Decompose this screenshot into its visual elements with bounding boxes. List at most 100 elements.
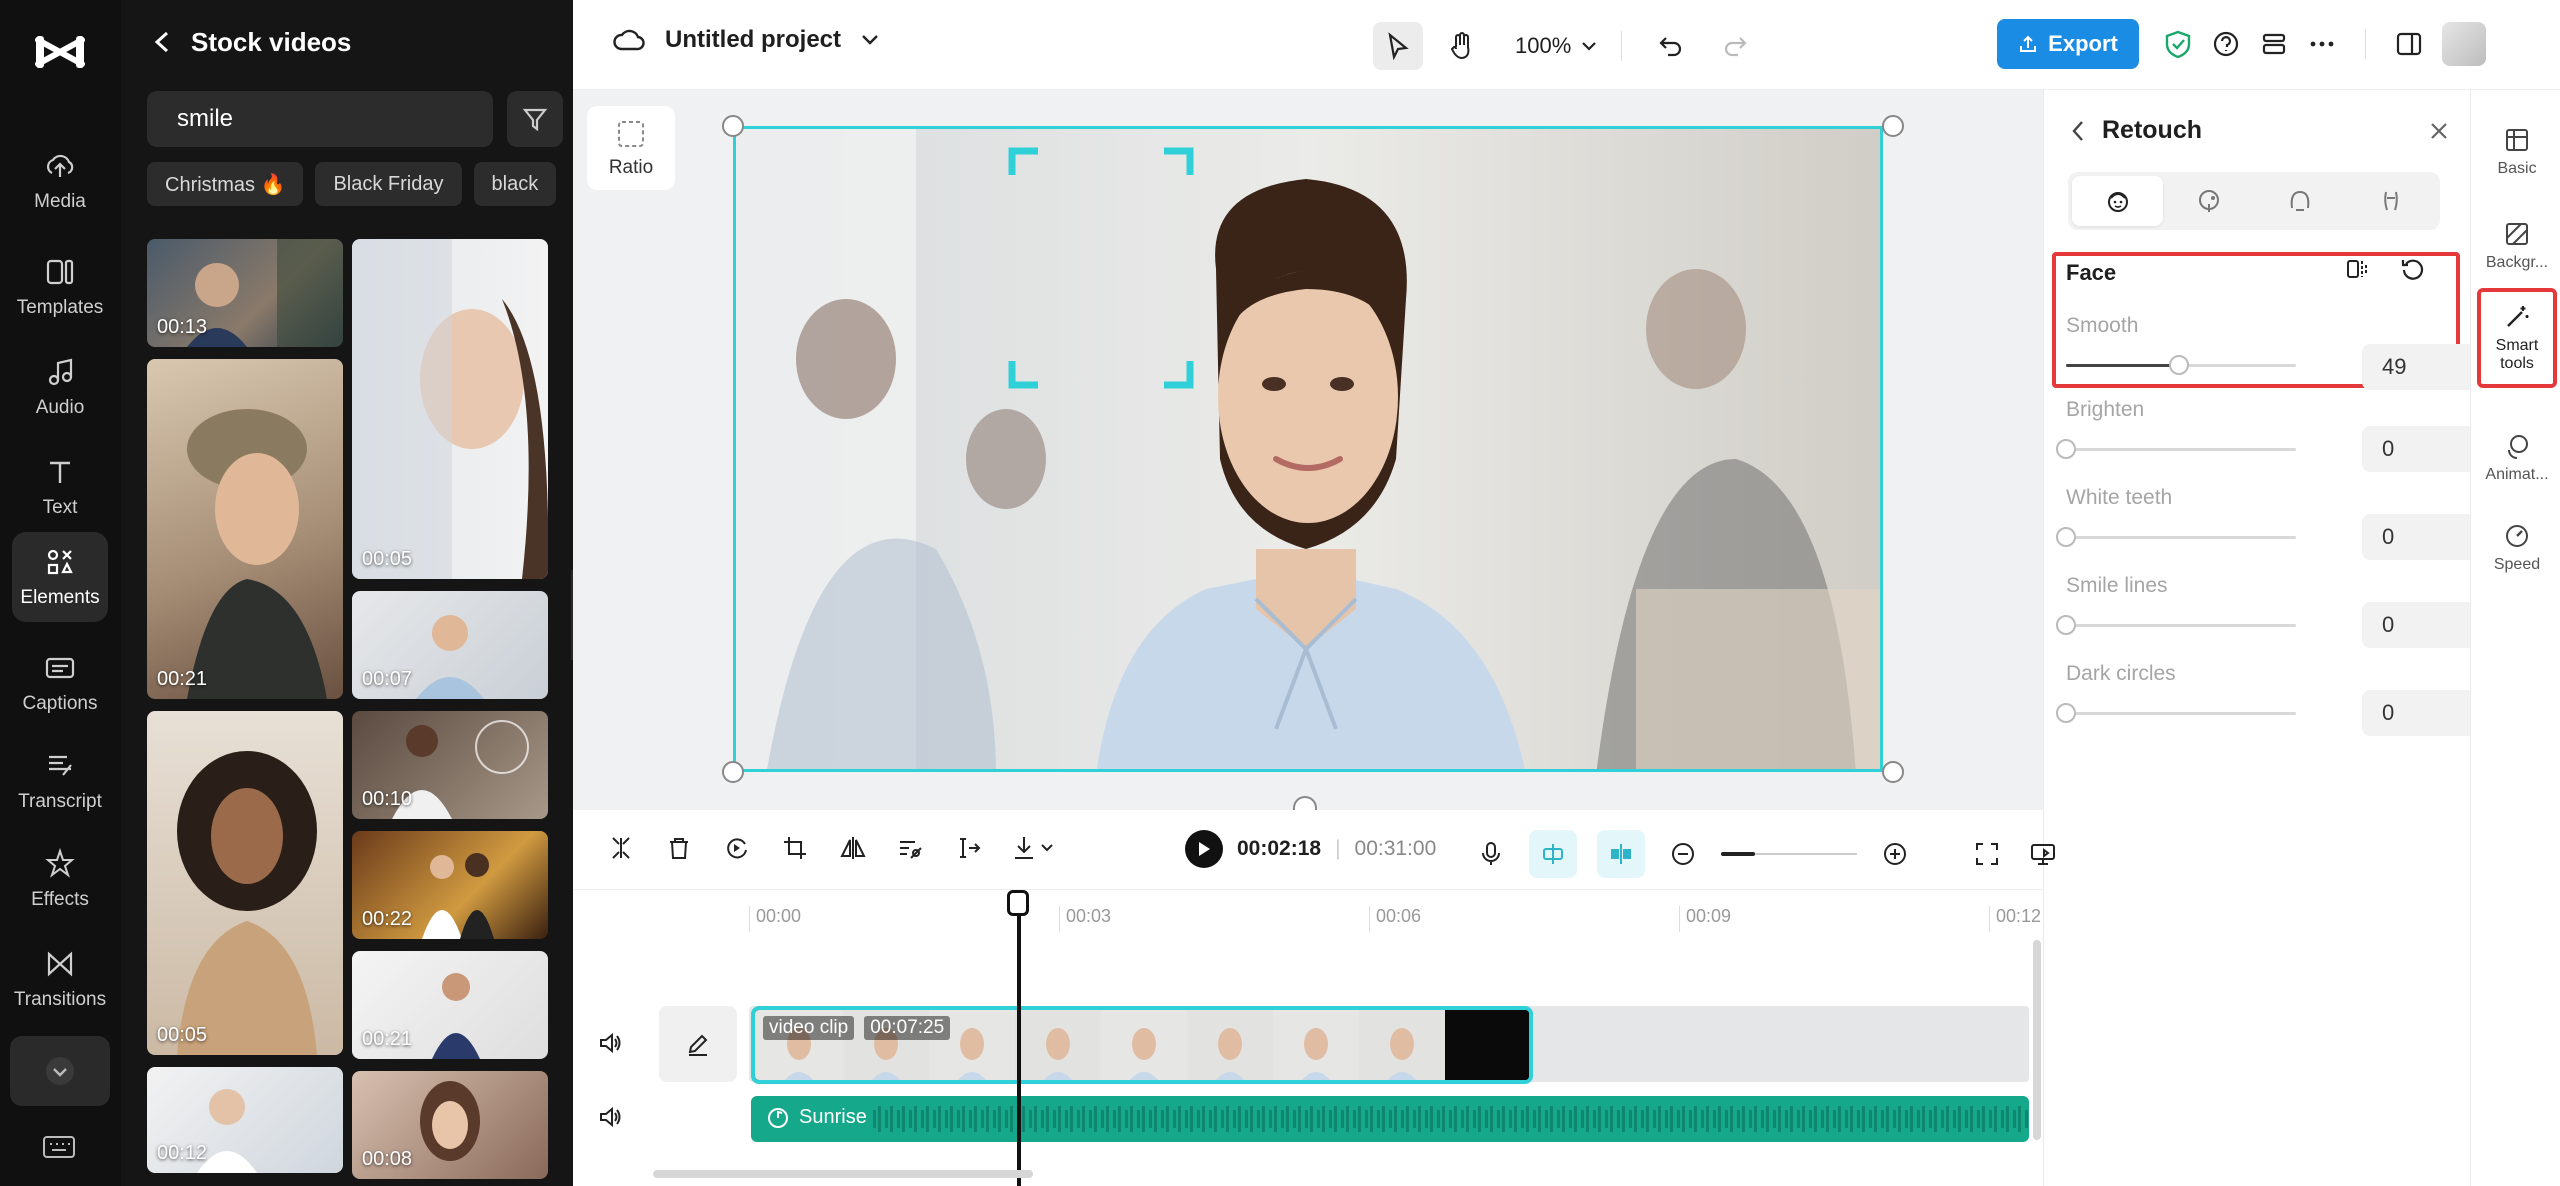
keyboard-shortcuts-button[interactable]: [42, 1134, 76, 1165]
video-track-mute-icon[interactable]: [597, 1030, 623, 1056]
playhead-handle[interactable]: [1007, 890, 1029, 916]
slider-value-input[interactable]: 0: [2362, 602, 2486, 648]
redo-button[interactable]: [1710, 22, 1760, 70]
rail-item-speed[interactable]: Speed: [2477, 500, 2557, 596]
nav-item-media[interactable]: Media: [12, 136, 108, 226]
tab-body[interactable]: [2345, 176, 2436, 226]
split-button[interactable]: [603, 830, 639, 866]
slider-track[interactable]: [2056, 703, 2296, 723]
time-ruler[interactable]: 00:00 00:03 00:06 00:09 00:12: [749, 906, 2049, 936]
project-title-menu[interactable]: Untitled project: [613, 26, 879, 54]
capcut-logo[interactable]: [34, 30, 86, 74]
video-thumb[interactable]: 00:21: [352, 951, 548, 1059]
more-icon[interactable]: [2307, 29, 2337, 59]
remove-background-button[interactable]: [893, 830, 929, 866]
video-preview[interactable]: [733, 126, 1883, 772]
rail-item-animation[interactable]: Animat...: [2477, 410, 2557, 506]
close-icon[interactable]: [2428, 120, 2450, 142]
panel-layout-icon[interactable]: [2394, 29, 2424, 59]
hand-tool-button[interactable]: [1437, 22, 1487, 70]
video-thumb[interactable]: 00:12: [147, 1067, 343, 1173]
chip-black-friday[interactable]: Black Friday: [315, 162, 462, 206]
zoom-out-button[interactable]: [1665, 836, 1701, 872]
slider-track[interactable]: [2066, 355, 2296, 375]
video-thumb[interactable]: 00:05: [352, 239, 548, 579]
slider-track[interactable]: [2056, 439, 2296, 459]
select-tool-button[interactable]: [1373, 22, 1423, 70]
nav-item-audio[interactable]: Audio: [12, 342, 108, 432]
back-arrow-icon[interactable]: [151, 29, 173, 55]
crop-button[interactable]: [777, 830, 813, 866]
slider-knob[interactable]: [2056, 615, 2076, 635]
slider-knob[interactable]: [2056, 439, 2076, 459]
delete-button[interactable]: [661, 830, 697, 866]
flip-button[interactable]: [835, 830, 871, 866]
search-box[interactable]: [147, 91, 493, 147]
fullscreen-button[interactable]: [1969, 836, 2005, 872]
slider-track[interactable]: [2056, 527, 2296, 547]
nav-collapse-button[interactable]: [10, 1036, 110, 1106]
search-input[interactable]: [177, 105, 487, 133]
auto-snap-toggle[interactable]: [1529, 830, 1577, 878]
resize-handle-bottom-left[interactable]: [722, 761, 744, 783]
layers-icon[interactable]: [2259, 29, 2289, 59]
slider-value-input[interactable]: 0: [2362, 426, 2486, 472]
nav-item-transcript[interactable]: Transcript: [12, 736, 108, 826]
replace-button[interactable]: [719, 830, 755, 866]
resize-handle-top-left[interactable]: [722, 115, 744, 137]
video-thumb[interactable]: 00:08: [352, 1071, 548, 1179]
undo-button[interactable]: [1646, 22, 1696, 70]
rotate-handle[interactable]: [1293, 796, 1317, 810]
edit-track-button[interactable]: [659, 1006, 737, 1082]
slider-track[interactable]: [2056, 615, 2296, 635]
tab-makeup[interactable]: [2163, 176, 2254, 226]
shield-check-icon[interactable]: [2163, 29, 2193, 59]
slider-value-input[interactable]: 0: [2362, 514, 2486, 560]
video-thumb[interactable]: 00:13: [147, 239, 343, 347]
download-dropdown[interactable]: [1009, 830, 1059, 866]
preview-display-button[interactable]: [2025, 836, 2061, 872]
slider-knob[interactable]: [2169, 355, 2189, 375]
play-button[interactable]: [1185, 830, 1223, 868]
slider-knob[interactable]: [2056, 527, 2076, 547]
vertical-scrollbar[interactable]: [2033, 940, 2041, 1140]
record-voiceover-button[interactable]: [1473, 836, 1509, 872]
chip-christmas[interactable]: Christmas 🔥: [147, 162, 304, 206]
horizontal-scrollbar[interactable]: [653, 1170, 1033, 1178]
nav-item-text[interactable]: Text: [12, 442, 108, 532]
video-thumb[interactable]: 00:07: [352, 591, 548, 699]
audio-track-mute-icon[interactable]: [597, 1104, 623, 1130]
rail-item-basic[interactable]: Basic: [2477, 104, 2557, 200]
audio-clip[interactable]: Sunrise: [751, 1096, 2029, 1142]
slider-knob[interactable]: [2056, 703, 2076, 723]
video-thumb[interactable]: 00:21: [147, 359, 343, 699]
chip-black[interactable]: black: [473, 162, 557, 206]
rail-item-background[interactable]: Backgr...: [2477, 198, 2557, 294]
resize-handle-top-right[interactable]: [1882, 115, 1904, 137]
tab-face[interactable]: [2072, 176, 2163, 226]
nav-item-transitions[interactable]: Transitions: [12, 934, 108, 1024]
video-thumb[interactable]: 00:22: [352, 831, 548, 939]
link-tracks-toggle[interactable]: [1597, 830, 1645, 878]
help-icon[interactable]: [2211, 29, 2241, 59]
nav-item-templates[interactable]: Templates: [12, 242, 108, 332]
back-arrow-icon[interactable]: [2070, 119, 2086, 143]
video-thumb[interactable]: 00:05: [147, 711, 343, 1055]
slider-value-input[interactable]: 49: [2362, 344, 2486, 390]
video-thumb[interactable]: 00:10: [352, 711, 548, 819]
filter-button[interactable]: [507, 91, 563, 147]
avatar[interactable]: [2442, 22, 2486, 66]
zoom-in-button[interactable]: [1877, 836, 1913, 872]
export-button[interactable]: Export: [1997, 19, 2139, 69]
nav-item-captions[interactable]: Captions: [12, 638, 108, 728]
video-clip[interactable]: video clip 00:07:25: [751, 1006, 1533, 1084]
slider-value-input[interactable]: 0: [2362, 690, 2486, 736]
timeline-zoom-slider[interactable]: [1721, 852, 1857, 856]
reset-icon[interactable]: [2400, 256, 2426, 282]
compare-icon[interactable]: [2344, 256, 2370, 282]
tab-head-shape[interactable]: [2254, 176, 2345, 226]
nav-item-effects[interactable]: Effects: [12, 834, 108, 924]
ratio-button[interactable]: Ratio: [587, 106, 675, 190]
nav-item-elements[interactable]: Elements: [12, 532, 108, 622]
resize-handle-bottom-right[interactable]: [1882, 761, 1904, 783]
